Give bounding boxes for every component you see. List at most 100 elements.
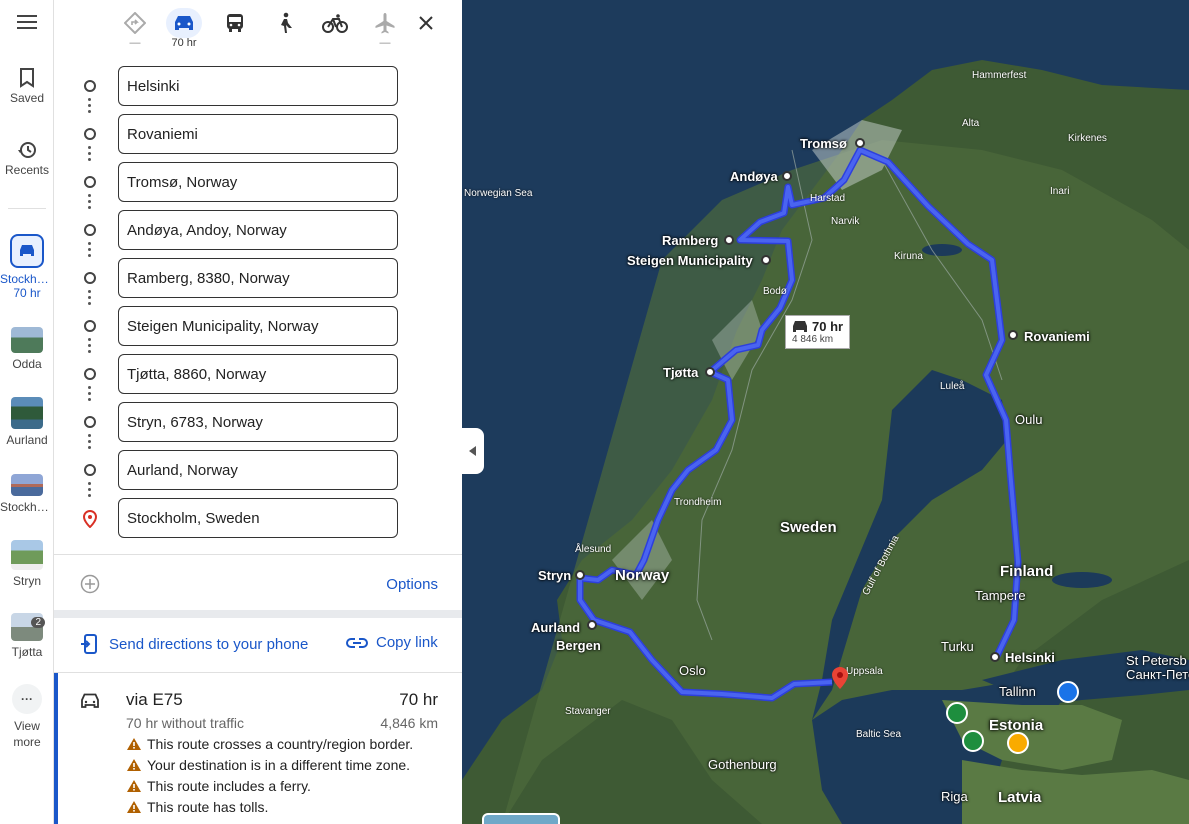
recent-place-odda[interactable]: Odda bbox=[0, 327, 54, 371]
place-thumbnail bbox=[11, 397, 43, 429]
copy-link-label: Copy link bbox=[376, 634, 438, 651]
mode-drive[interactable] bbox=[166, 8, 202, 38]
send-to-phone-icon bbox=[81, 634, 97, 654]
stop-marker-icon bbox=[84, 176, 96, 188]
place-thumbnail: 2 bbox=[11, 613, 45, 641]
mode-best[interactable] bbox=[117, 8, 153, 38]
map-label-helsinki: Helsinki bbox=[1005, 650, 1055, 665]
map-canvas[interactable]: 70 hr 4 846 km Tromsø Andøya Ramberg Ste… bbox=[462, 0, 1189, 824]
warning-icon bbox=[127, 780, 141, 792]
stop-field-6[interactable]: Steigen Municipality, Norway bbox=[118, 306, 398, 346]
mode-walk[interactable] bbox=[267, 8, 303, 38]
route-warning-text: Your destination is in a different time … bbox=[147, 757, 411, 773]
recents-label: Recents bbox=[4, 163, 50, 177]
bookmark-icon bbox=[20, 68, 34, 88]
stop-marker-icon bbox=[84, 128, 96, 140]
map-label-ramberg: Ramberg bbox=[662, 233, 719, 248]
menu-button[interactable] bbox=[0, 14, 54, 33]
place-thumbnail bbox=[11, 327, 43, 353]
view-more-button[interactable]: ··· View more bbox=[0, 684, 54, 750]
map-label-sweden: Sweden bbox=[780, 519, 837, 536]
route-warning: This route includes a ferry. bbox=[126, 778, 413, 794]
close-directions-button[interactable] bbox=[408, 8, 444, 38]
stop-field-5[interactable]: Ramberg, 8380, Norway bbox=[118, 258, 398, 298]
destination-map-pin-icon[interactable] bbox=[831, 666, 849, 690]
recent-place-tjotta[interactable]: 2 Tjøtta bbox=[0, 613, 54, 659]
route-connector-dots bbox=[88, 290, 92, 308]
map-label-baltic-sea: Baltic Sea bbox=[856, 729, 902, 740]
recent-place-aurland[interactable]: Aurland bbox=[0, 397, 54, 447]
map-label-kiruna: Kiruna bbox=[894, 251, 923, 262]
waypoint-marker[interactable] bbox=[990, 652, 1000, 662]
mode-transit[interactable] bbox=[217, 8, 253, 38]
map-label-bergen: Bergen bbox=[556, 638, 601, 653]
recent-place-stockholm[interactable]: Stockho… bbox=[0, 474, 54, 514]
divider bbox=[54, 554, 462, 555]
star-poi-icon[interactable] bbox=[1007, 732, 1029, 754]
destination-pin-icon bbox=[83, 510, 97, 528]
active-trip-time: 70 hr bbox=[13, 286, 41, 300]
options-button[interactable]: Options bbox=[386, 576, 438, 593]
mode-bike[interactable] bbox=[317, 8, 353, 38]
recent-place-stryn[interactable]: Stryn bbox=[0, 540, 54, 588]
map-layers-button[interactable] bbox=[482, 813, 560, 824]
stop-field-9[interactable]: Aurland, Norway bbox=[118, 450, 398, 490]
view-more-label: View more bbox=[13, 719, 41, 749]
mode-flight[interactable] bbox=[367, 8, 403, 38]
active-trip-button[interactable]: Stockho… 70 hr bbox=[0, 234, 54, 300]
map-label-hammerfest: Hammerfest bbox=[972, 70, 1027, 81]
recent-place-label: Tjøtta bbox=[11, 645, 43, 659]
map-label-latvia: Latvia bbox=[998, 789, 1042, 806]
map-terrain bbox=[462, 0, 1189, 824]
stop-field-2[interactable]: Rovaniemi bbox=[118, 114, 398, 154]
route-warning: Your destination is in a different time … bbox=[126, 757, 413, 773]
waypoint-marker[interactable] bbox=[782, 171, 792, 181]
route-connector-dots bbox=[88, 386, 92, 404]
route-connector-dots bbox=[88, 242, 92, 260]
waypoint-marker[interactable] bbox=[705, 367, 715, 377]
stop-marker-icon bbox=[84, 368, 96, 380]
shopping-poi-icon[interactable] bbox=[1057, 681, 1079, 703]
route-callout[interactable]: 70 hr 4 846 km bbox=[785, 315, 851, 349]
stop-field-8[interactable]: Stryn, 6783, Norway bbox=[118, 402, 398, 442]
send-to-phone-button[interactable]: Send directions to your phone bbox=[80, 634, 308, 654]
bicycle-icon bbox=[322, 14, 348, 33]
waypoint-marker[interactable] bbox=[855, 138, 865, 148]
stack-count-badge: 2 bbox=[31, 617, 45, 628]
map-label-stavanger: Stavanger bbox=[565, 706, 611, 717]
route-connector-dots bbox=[88, 482, 92, 500]
waypoint-marker[interactable] bbox=[724, 235, 734, 245]
waypoint-marker[interactable] bbox=[761, 255, 771, 265]
waypoint-marker[interactable] bbox=[575, 570, 585, 580]
add-stop-icon[interactable] bbox=[80, 574, 100, 594]
waypoint-marker[interactable] bbox=[587, 620, 597, 630]
stop-field-3[interactable]: Tromsø, Norway bbox=[118, 162, 398, 202]
flag-poi-icon[interactable] bbox=[946, 702, 968, 724]
stop-field-1[interactable]: Helsinki bbox=[118, 66, 398, 106]
active-trip-tile bbox=[10, 234, 44, 268]
stop-marker-icon bbox=[84, 272, 96, 284]
stop-field-destination[interactable]: Stockholm, Sweden bbox=[118, 498, 398, 538]
route-option-card[interactable]: via E75 70 hr 70 hr without traffic 4,84… bbox=[54, 673, 462, 824]
close-icon bbox=[419, 16, 433, 30]
map-label-lulea: Luleå bbox=[940, 381, 965, 392]
stop-field-7[interactable]: Tjøtta, 8860, Norway bbox=[118, 354, 398, 394]
recents-button[interactable]: Recents bbox=[0, 140, 54, 177]
map-label-tromso: Tromsø bbox=[800, 136, 847, 151]
walking-icon bbox=[281, 12, 292, 33]
warning-icon bbox=[127, 759, 141, 771]
recent-place-label: Aurland bbox=[6, 433, 48, 447]
waypoint-marker[interactable] bbox=[1008, 330, 1018, 340]
saved-button[interactable]: Saved bbox=[0, 68, 54, 105]
bus-icon bbox=[227, 14, 243, 32]
map-label-oulu: Oulu bbox=[1015, 412, 1043, 427]
stop-field-4[interactable]: Andøya, Andoy, Norway bbox=[118, 210, 398, 250]
flag-poi-icon[interactable] bbox=[962, 730, 984, 752]
saved-label: Saved bbox=[9, 91, 45, 105]
map-label-gothenburg: Gothenburg bbox=[708, 757, 777, 772]
map-label-rovaniemi: Rovaniemi bbox=[1024, 329, 1090, 344]
copy-link-button[interactable]: Copy link bbox=[346, 634, 438, 651]
stop-marker-icon bbox=[84, 416, 96, 428]
route-warning-text: This route has tolls. bbox=[147, 799, 269, 815]
collapse-panel-button[interactable] bbox=[462, 428, 484, 474]
